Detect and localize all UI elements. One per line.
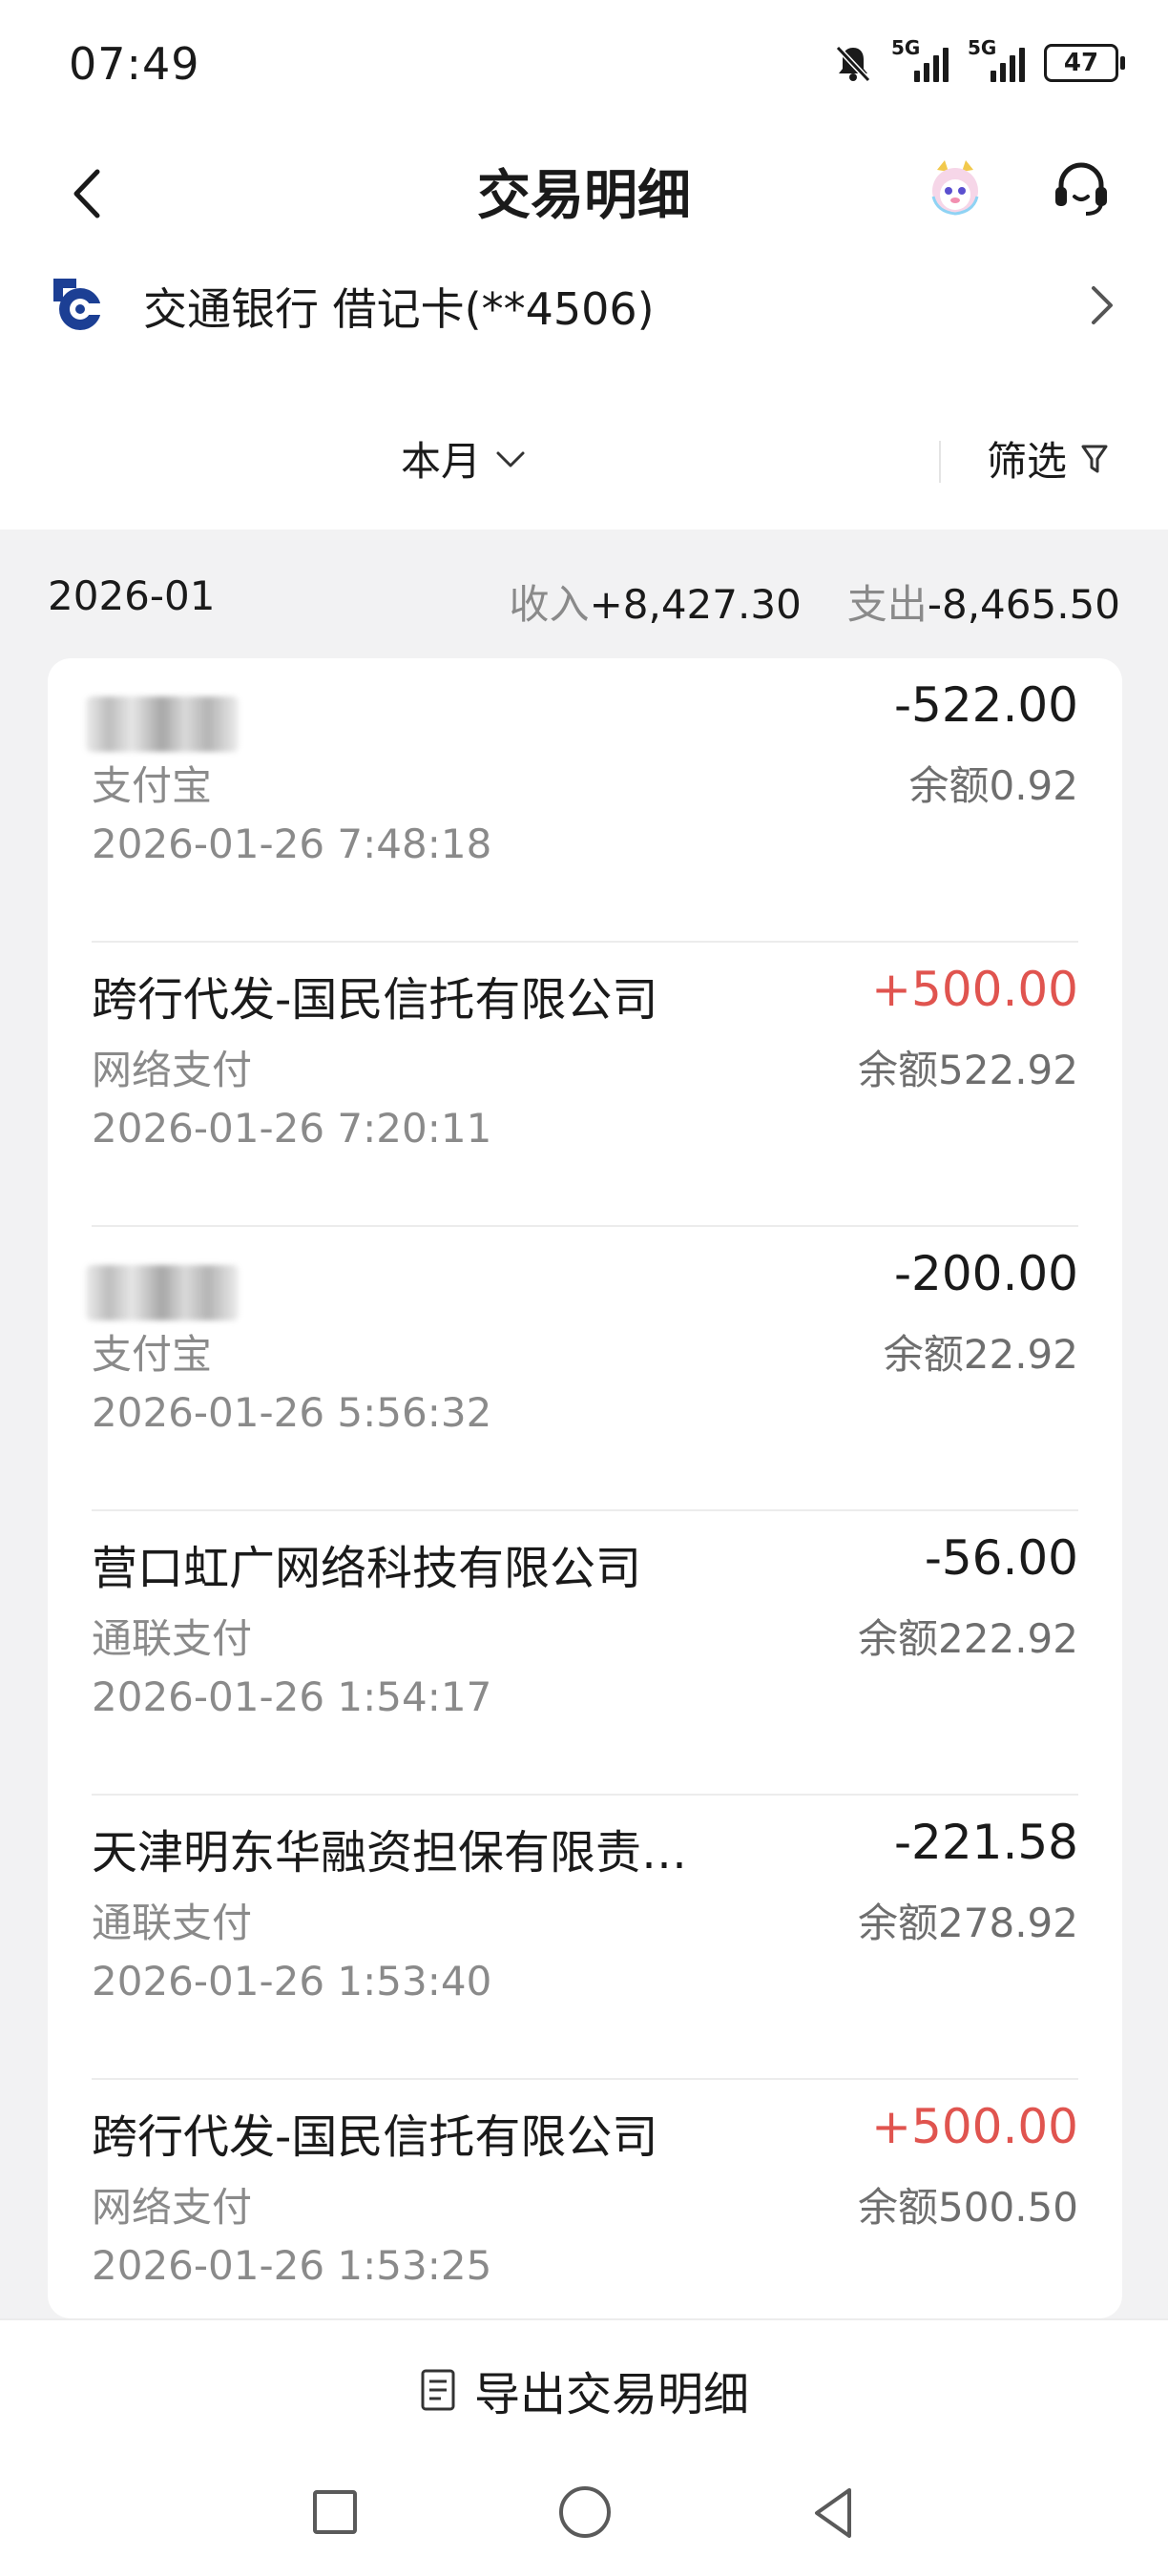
transaction-channel: 通联支付 [92,1615,253,1662]
header: 交易明细 交通银行 借记卡(**4506) [0,134,1168,372]
transaction-balance: 余额222.92 [858,1615,1078,1662]
filter-label: 筛选 [987,438,1068,485]
transaction-amount: -522.00 [894,677,1078,733]
home-icon[interactable] [559,2486,611,2538]
status-time: 07:49 [69,38,200,90]
transaction-name: 跨行代发-国民信托有限公司 [92,973,658,1027]
transaction-channel: 支付宝 [92,762,213,809]
transaction-channel: 网络支付 [92,1047,253,1093]
monthly-summary: 2026-01 收入+8,427.30 支出-8,465.50 [48,572,1120,630]
chevron-right-icon [1092,286,1113,324]
filter-bar: 本月 筛选 [0,372,1168,530]
divider [939,441,941,483]
redacted-name [86,696,239,752]
expense-value: -8,465.50 [927,581,1120,628]
funnel-icon [1081,445,1108,472]
expense-label: 支出 [846,581,928,628]
export-bar: 导出交易明细 [0,2318,1168,2454]
period-label: 本月 [401,438,482,485]
headset-icon[interactable] [1048,155,1115,221]
income-label: 收入 [509,581,590,628]
status-bar: 07:49 5G 5G 47 [0,0,1168,134]
transaction-channel: 支付宝 [92,1331,213,1378]
export-button[interactable]: 导出交易明细 [0,2357,1168,2423]
transaction-amount: -200.00 [894,1246,1078,1301]
account-name: 交通银行 借记卡(**4506) [143,283,655,335]
period-dropdown[interactable]: 本月 [401,429,527,488]
document-icon [421,2369,455,2411]
page-title: 交易明细 [477,165,691,227]
transaction-time: 2026-01-26 1:53:25 [92,2242,492,2289]
transaction-time: 2026-01-26 1:54:17 [92,1673,492,1720]
export-label: 导出交易明细 [473,2368,749,2421]
transaction-row[interactable]: 跨行代发-国民信托有限公司 +500.00 网络支付 余额522.92 2026… [92,943,1078,1227]
redacted-name [86,1265,239,1320]
transaction-channel: 通联支付 [92,1900,253,1946]
chevron-down-icon [496,451,525,467]
signal-icon: 5G [968,36,1027,82]
nav-back-icon[interactable] [807,2484,859,2542]
transaction-name: 跨行代发-国民信托有限公司 [92,2110,658,2164]
transaction-list: -522.00 支付宝 余额0.92 2026-01-26 7:48:18 跨行… [48,658,1122,2318]
income-value: +8,427.30 [589,581,802,628]
battery-icon: 47 [1044,44,1125,82]
transaction-time: 2026-01-26 5:56:32 [92,1389,492,1436]
transaction-amount: +500.00 [871,962,1078,1017]
transaction-time: 2026-01-26 1:53:40 [92,1958,492,2005]
recent-apps-icon[interactable] [313,2490,357,2534]
transaction-amount: +500.00 [871,2099,1078,2154]
filter-button[interactable]: 筛选 [987,429,1109,488]
battery-level: 47 [1063,49,1099,77]
transaction-balance: 余额500.50 [858,2184,1078,2231]
status-icons: 5G 5G 47 [832,36,1125,84]
transaction-balance: 余额22.92 [883,1331,1078,1378]
transaction-amount: -56.00 [924,1530,1078,1586]
mascot-icon[interactable] [922,155,989,221]
transaction-row[interactable]: -200.00 支付宝 余额22.92 2026-01-26 5:56:32 [86,1227,1078,1511]
transaction-time: 2026-01-26 7:20:11 [92,1105,492,1152]
transaction-balance: 余额522.92 [858,1047,1078,1093]
expense-summary: 支出-8,465.50 [847,572,1120,631]
transaction-amount: -221.58 [894,1815,1078,1870]
transaction-time: 2026-01-26 7:48:18 [92,821,492,867]
transaction-channel: 网络支付 [92,2184,253,2231]
transaction-row[interactable]: 天津明东华融资担保有限责… -221.58 通联支付 余额278.92 2026… [92,1796,1078,2080]
transaction-name: 天津明东华融资担保有限责… [92,1826,688,1880]
signal-icon: 5G [891,36,950,82]
bell-off-icon [835,45,871,83]
transaction-balance: 余额0.92 [908,762,1078,809]
system-nav-bar [0,2454,1168,2576]
income-summary: 收入+8,427.30 [510,572,802,631]
account-selector[interactable]: 交通银行 借记卡(**4506) [0,248,1168,353]
transaction-row[interactable]: 营口虹广网络科技有限公司 -56.00 通联支付 余额222.92 2026-0… [92,1511,1078,1796]
transaction-balance: 余额278.92 [858,1900,1078,1946]
transaction-row[interactable]: -522.00 支付宝 余额0.92 2026-01-26 7:48:18 [86,658,1078,943]
summary-month: 2026-01 [48,572,216,619]
transaction-name: 营口虹广网络科技有限公司 [92,1542,642,1595]
bank-logo-icon [53,279,105,330]
transaction-row[interactable]: 跨行代发-国民信托有限公司 +500.00 网络支付 余额500.50 2026… [92,2080,1078,2318]
